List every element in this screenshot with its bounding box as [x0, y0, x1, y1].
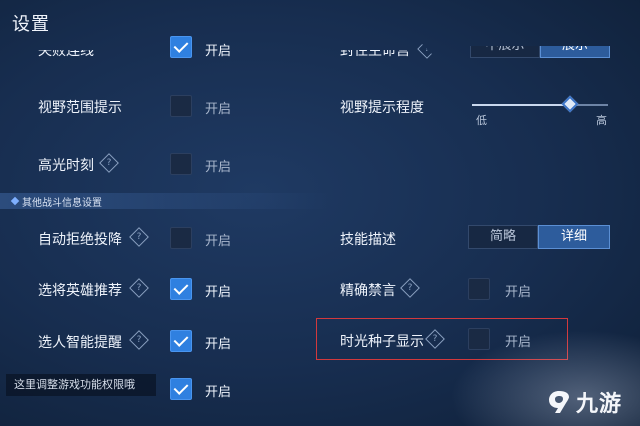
vision-slider-handle[interactable] — [561, 95, 579, 113]
vision-slider-fill — [472, 104, 570, 106]
row-label-auto-refuse-surrender: 自动拒绝投降 — [38, 232, 122, 248]
slider-max-label: 高 — [596, 114, 607, 127]
help-icon[interactable]: ? — [400, 278, 420, 298]
help-icon[interactable]: ? — [417, 39, 437, 59]
seg-brief-button[interactable]: 简略 — [468, 225, 538, 249]
toggle-state-text: 开启 — [205, 44, 232, 59]
toggle-checkbox-precise-mute[interactable] — [468, 278, 490, 300]
toggle-checkbox-highlight-moment[interactable] — [170, 153, 192, 175]
help-icon[interactable]: ? — [129, 278, 149, 298]
seg-show-button[interactable]: 展示 — [540, 46, 610, 58]
toggle-state-text: 开启 — [205, 285, 232, 300]
row-label-precise-mute: 精确禁言 — [340, 283, 396, 299]
seg-hide-button[interactable]: 不展示 — [470, 46, 540, 58]
row-label-vision-range: 视野范围提示 — [38, 100, 122, 116]
toggle-checkbox-failed-link[interactable] — [170, 36, 192, 58]
toggle-checkbox-smart-reminder[interactable] — [170, 330, 192, 352]
row-label-skill-desc: 技能描述 — [340, 232, 396, 248]
toggle-checkbox-vision-range[interactable] — [170, 95, 192, 117]
help-icon[interactable]: ? — [129, 330, 149, 350]
nine-game-logo-icon — [548, 391, 569, 413]
toggle-checkbox-bottom[interactable] — [170, 378, 192, 400]
row-label-vision-level: 视野提示程度 — [340, 100, 424, 116]
row-label-smart-reminder: 选人智能提醒 — [38, 335, 122, 351]
help-icon[interactable]: ? — [99, 153, 119, 173]
toggle-state-text: 开启 — [205, 160, 232, 175]
page-title: 设置 — [12, 14, 50, 35]
help-icon[interactable]: ? — [129, 227, 149, 247]
toggle-state-text: 开启 — [205, 337, 232, 352]
row-label-time-seed: 时光种子显示 — [340, 334, 424, 350]
toggle-state-text: 开启 — [205, 234, 232, 249]
row-label-highlight-moment: 高光时刻 — [38, 158, 94, 174]
row-label-hero-recommend: 选将英雄推荐 — [38, 283, 122, 299]
toggle-state-text: 开启 — [205, 385, 232, 400]
watermark-text: 九游 — [575, 392, 622, 417]
row-label-failed-link: 失败连线 — [38, 43, 94, 59]
watermark-logo: 九游 — [546, 386, 622, 418]
toggle-checkbox-auto-refuse-surrender[interactable] — [170, 227, 192, 249]
seg-detail-button[interactable]: 详细 — [538, 225, 610, 249]
toggle-state-text: 开启 — [505, 285, 532, 300]
slider-min-label: 低 — [476, 114, 487, 127]
tooltip: 这里调整游戏功能权限哦 — [6, 374, 156, 396]
section-title: 其他战斗信息设置 — [22, 198, 102, 209]
row-label-top-right: 封住主命宫 — [340, 43, 410, 59]
toggle-checkbox-hero-recommend[interactable] — [170, 278, 192, 300]
toggle-state-text: 开启 — [205, 102, 232, 117]
